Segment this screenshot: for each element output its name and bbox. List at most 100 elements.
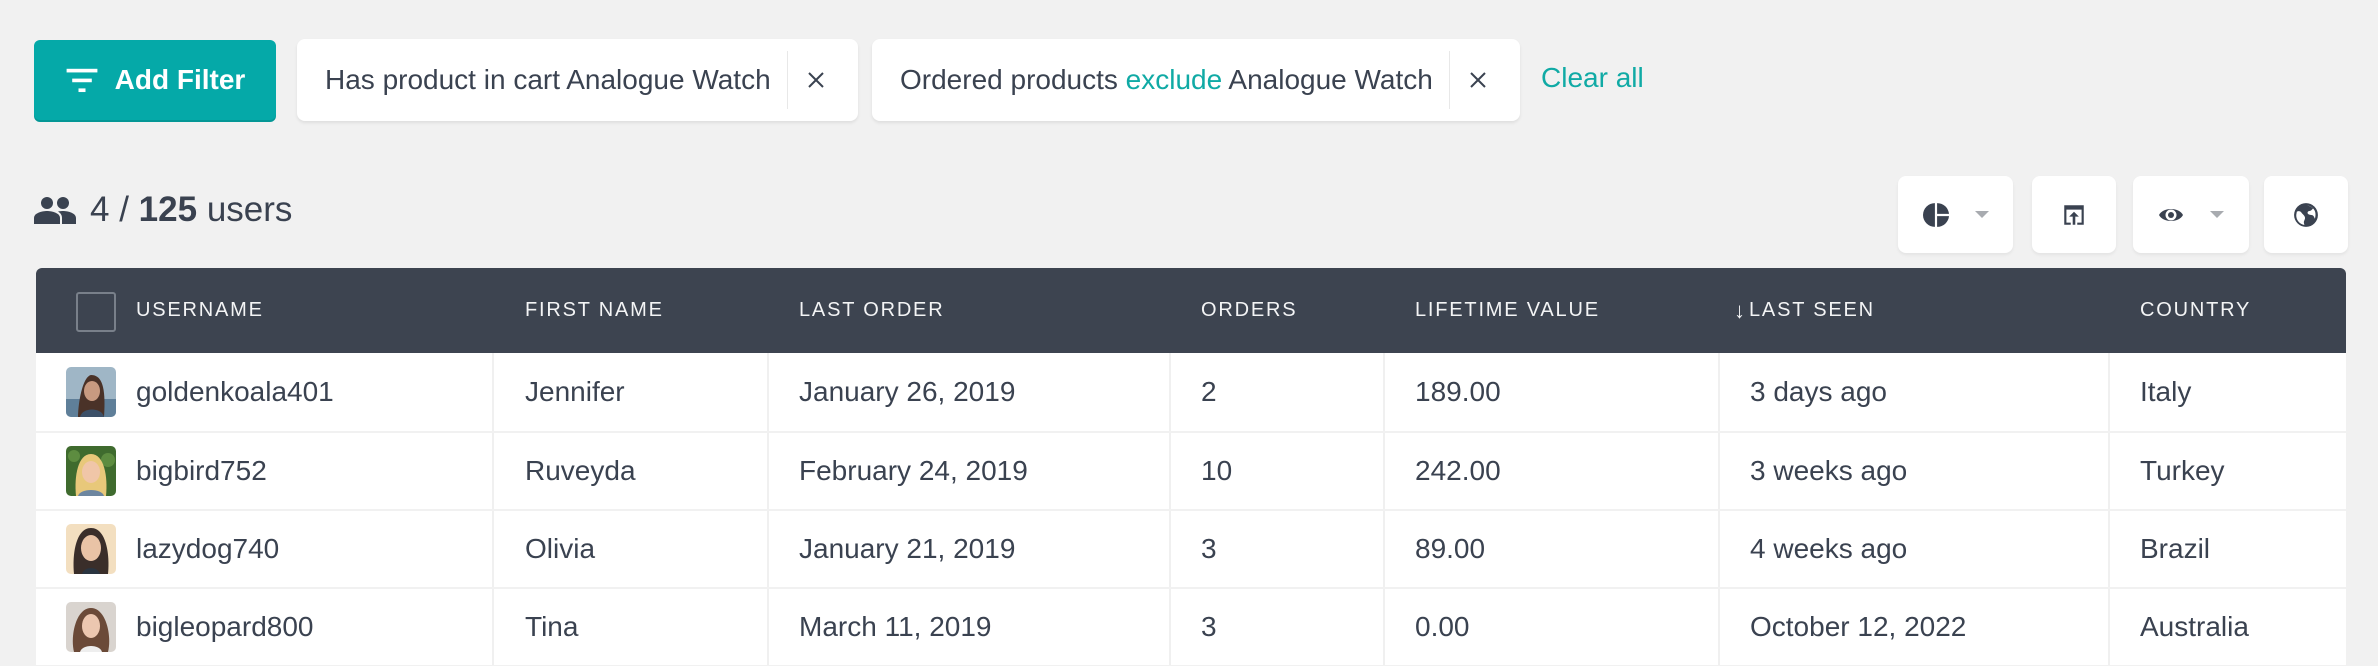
column-visibility-button[interactable] <box>2133 176 2249 253</box>
country-cell: Australia <box>2140 611 2249 642</box>
orders-cell: 10 <box>1201 455 1233 486</box>
first-name-cell: Ruveyda <box>525 455 636 486</box>
column-divider <box>2108 589 2110 665</box>
orders-cell: 3 <box>1201 533 1217 564</box>
filter-chip-label: Ordered products exclude Analogue Watch <box>872 64 1449 96</box>
first-name-cell: Olivia <box>525 533 596 564</box>
lifetime-value-cell: 89.00 <box>1415 533 1486 564</box>
select-all-checkbox[interactable] <box>76 292 116 332</box>
column-divider <box>2108 433 2110 509</box>
filter-value: Analogue Watch <box>1222 64 1433 95</box>
country-cell: Italy <box>2140 376 2192 407</box>
username-link[interactable]: bigleopard800 <box>136 589 314 665</box>
last-seen-cell: 4 weeks ago <box>1750 533 1908 564</box>
column-header-last-order[interactable]: Last Order <box>799 268 944 353</box>
sort-descending-icon: ↓ <box>1734 297 1745 323</box>
username-link[interactable]: goldenkoala401 <box>136 353 334 431</box>
first-name-cell: Jennifer <box>525 376 625 407</box>
table-row[interactable]: bigbird752 Ruveyda February 24, 2019 10 … <box>36 433 2346 509</box>
segment-button[interactable] <box>1898 176 2013 253</box>
column-divider <box>1718 511 1720 587</box>
chevron-down-icon <box>2210 211 2224 218</box>
column-header-label: Last Seen <box>1749 299 1875 321</box>
globe-icon <box>2294 202 2318 227</box>
column-divider <box>1718 589 1720 665</box>
table-body: goldenkoala401 Jennifer January 26, 2019… <box>36 353 2346 665</box>
column-divider <box>1169 589 1171 665</box>
table-row[interactable]: lazydog740 Olivia January 21, 2019 3 89.… <box>36 511 2346 587</box>
remove-filter-button[interactable] <box>788 39 844 121</box>
column-header-lifetime-value[interactable]: Lifetime Value <box>1415 268 1600 353</box>
column-header-orders[interactable]: Orders <box>1201 268 1297 353</box>
column-divider <box>1383 433 1385 509</box>
column-divider <box>2108 353 2110 431</box>
remove-filter-button[interactable] <box>1450 39 1506 121</box>
lifetime-value-cell: 242.00 <box>1415 455 1501 486</box>
orders-cell: 2 <box>1201 376 1217 407</box>
table-row[interactable]: bigleopard800 Tina March 11, 2019 3 0.00… <box>36 589 2346 665</box>
column-divider <box>2108 511 2110 587</box>
filter-chip[interactable]: Has product in cart Analogue Watch <box>297 39 858 121</box>
avatar <box>66 602 116 652</box>
last-seen-cell: 3 days ago <box>1750 376 1887 407</box>
lifetime-value-cell: 0.00 <box>1415 611 1470 642</box>
avatar <box>66 367 116 417</box>
column-divider <box>1169 511 1171 587</box>
count-unit: users <box>206 190 293 229</box>
column-divider <box>492 353 494 431</box>
column-divider <box>767 511 769 587</box>
filter-text: Ordered products <box>900 64 1126 95</box>
table-row[interactable]: goldenkoala401 Jennifer January 26, 2019… <box>36 353 2346 431</box>
first-name-cell: Tina <box>525 611 579 642</box>
filter-icon <box>66 68 98 93</box>
export-icon <box>2064 204 2084 225</box>
column-divider <box>1383 589 1385 665</box>
chevron-down-icon <box>1974 211 1989 218</box>
pie-chart-icon <box>1922 202 1949 227</box>
user-count: 4 / 125 users <box>34 190 292 230</box>
column-divider <box>1718 433 1720 509</box>
last-order-cell: January 26, 2019 <box>799 376 1016 407</box>
clear-all-link[interactable]: Clear all <box>1541 62 1644 94</box>
table-header: Username First Name Last Order Orders Li… <box>36 268 2346 353</box>
filter-chip-label: Has product in cart Analogue Watch <box>297 64 787 96</box>
column-divider <box>492 433 494 509</box>
map-view-button[interactable] <box>2264 176 2348 253</box>
column-divider <box>492 589 494 665</box>
avatar <box>66 524 116 574</box>
add-filter-button[interactable]: Add Filter <box>34 40 276 120</box>
column-header-username[interactable]: Username <box>136 268 264 353</box>
column-divider <box>492 511 494 587</box>
close-icon <box>1470 72 1486 88</box>
column-divider <box>767 433 769 509</box>
last-order-cell: February 24, 2019 <box>799 455 1028 486</box>
last-order-cell: January 21, 2019 <box>799 533 1016 564</box>
count-separator: / <box>119 190 129 229</box>
export-button[interactable] <box>2032 176 2116 253</box>
column-header-last-seen[interactable]: ↓ Last Seen <box>1734 268 1875 353</box>
filter-text: Has product in cart Analogue Watch <box>325 64 771 95</box>
username-link[interactable]: bigbird752 <box>136 433 267 509</box>
avatar <box>66 446 116 496</box>
close-icon <box>807 72 824 88</box>
users-icon <box>34 197 76 224</box>
column-header-first-name[interactable]: First Name <box>525 268 664 353</box>
column-divider <box>767 353 769 431</box>
column-divider <box>1718 353 1720 431</box>
country-cell: Brazil <box>2140 533 2211 564</box>
column-divider <box>1383 511 1385 587</box>
shown-count: 4 <box>90 190 110 229</box>
filter-chip[interactable]: Ordered products exclude Analogue Watch <box>872 39 1520 121</box>
last-order-cell: March 11, 2019 <box>799 611 992 642</box>
lifetime-value-cell: 189.00 <box>1415 376 1501 407</box>
orders-cell: 3 <box>1201 611 1217 642</box>
column-header-country[interactable]: Country <box>2140 268 2251 353</box>
users-table: Username First Name Last Order Orders Li… <box>36 268 2346 665</box>
column-divider <box>1169 433 1171 509</box>
column-divider <box>1383 353 1385 431</box>
add-filter-label: Add Filter <box>114 64 246 95</box>
last-seen-cell: 3 weeks ago <box>1750 455 1908 486</box>
country-cell: Turkey <box>2140 455 2225 486</box>
total-count: 125 <box>138 190 198 229</box>
username-link[interactable]: lazydog740 <box>136 511 279 587</box>
